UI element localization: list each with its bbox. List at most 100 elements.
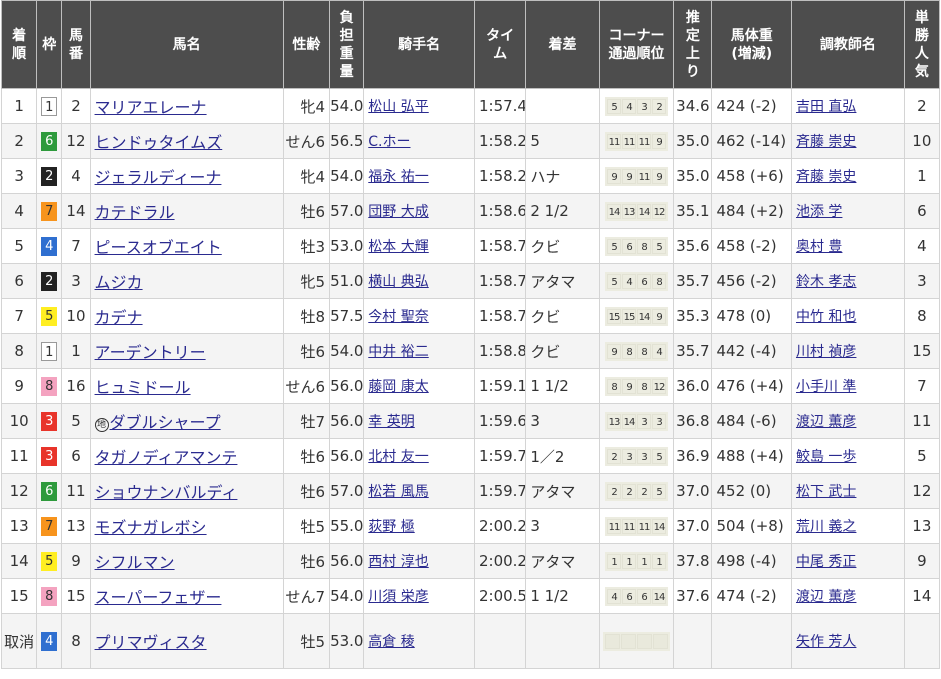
trainer-name-link[interactable]: 渡辺 薫彦 xyxy=(796,414,856,430)
header-umaban: 馬番 xyxy=(61,0,91,89)
jockey-name-link[interactable]: 川須 栄彦 xyxy=(368,589,428,605)
horse-name-link[interactable]: カテドラル xyxy=(95,203,175,222)
header-weight-line: 担 xyxy=(339,27,354,44)
waku-badge: 7 xyxy=(41,201,58,221)
jockey-name-link[interactable]: 西村 淳也 xyxy=(368,554,428,570)
rank-cell: 12 xyxy=(0,473,38,509)
jockey-name-link[interactable]: 藤岡 康太 xyxy=(368,379,428,395)
jockey-cell: 団野 大成 xyxy=(363,193,475,229)
horse-name-link[interactable]: カデナ xyxy=(95,308,143,327)
corner-position: 15 xyxy=(622,308,637,324)
corner-position: 4 xyxy=(607,588,622,604)
bodyweight-cell: 504 (+8) xyxy=(711,508,792,544)
horse-cell: カテドラル xyxy=(89,193,284,229)
waku-badge: 7 xyxy=(41,516,58,536)
horse-name-link[interactable]: アーデントリー xyxy=(95,343,206,362)
horse-cell: ヒンドゥタイムズ xyxy=(89,123,284,159)
horse-name-link[interactable]: タガノディアマンテ xyxy=(95,448,238,467)
table-row: 10 3 5 地ダブルシャープ 牡7 56.0 幸 英明 1:59.6 3 13 14 3 3 36.8 4… xyxy=(0,403,941,439)
trainer-name-link[interactable]: 池添 学 xyxy=(796,204,842,220)
jockey-name-link[interactable]: 団野 大成 xyxy=(368,204,428,220)
corner-position: 8 xyxy=(652,273,667,289)
header-last3f-line: り xyxy=(685,63,700,80)
corner-cell: 2225 xyxy=(598,473,675,509)
trainer-name-link[interactable]: 小手川 準 xyxy=(796,379,856,395)
corner-position: 12 xyxy=(652,378,667,394)
time-cell: 1:58.6 xyxy=(473,193,527,229)
trainer-name-link[interactable]: 斉藤 崇史 xyxy=(796,134,856,150)
corner-cell: 5685 xyxy=(598,228,675,264)
trainer-name-link[interactable]: 鈴木 孝志 xyxy=(796,274,856,290)
horse-name-link[interactable]: マリアエレーナ xyxy=(95,98,207,117)
horse-name-link[interactable]: プリマヴィスタ xyxy=(95,633,207,652)
bodyweight-cell: 484 (-6) xyxy=(711,403,792,439)
horse-name-link[interactable]: ジェラルディーナ xyxy=(95,168,222,187)
sexage-cell: せん6 xyxy=(282,368,331,404)
popularity-cell: 12 xyxy=(903,473,941,509)
jockey-cell: C.ホー xyxy=(363,123,475,159)
header-popularity: 単勝人気 xyxy=(903,0,941,89)
jockey-name-link[interactable]: 松本 大輝 xyxy=(368,239,428,255)
trainer-name-link[interactable]: 中竹 和也 xyxy=(796,309,856,325)
table-row: 6 2 3 ムジカ 牝5 51.0 横山 典弘 1:58.7 アタマ 5 4 6 8 35.7 456 (-… xyxy=(0,263,941,299)
trainer-name-link[interactable]: 松下 武士 xyxy=(796,484,856,500)
header-last3f-line: 上 xyxy=(685,45,700,62)
umaban-cell: 4 xyxy=(61,158,91,194)
horse-name-link[interactable]: ヒュミドール xyxy=(95,378,191,397)
waku-badge: 1 xyxy=(41,96,58,116)
horse-name-link[interactable]: ショウナンバルディ xyxy=(95,483,238,502)
umaban-cell: 5 xyxy=(61,403,91,439)
rank-cell: 13 xyxy=(0,508,38,544)
umaban-cell: 11 xyxy=(61,473,91,509)
last3f-cell: 35.7 xyxy=(673,333,713,369)
jockey-name-link[interactable]: 高倉 稜 xyxy=(368,634,414,650)
trainer-name-link[interactable]: 斉藤 崇史 xyxy=(796,169,856,185)
jockey-name-link[interactable]: 今村 聖奈 xyxy=(368,309,428,325)
time-cell: 2:00.5 xyxy=(473,578,527,614)
jockey-name-link[interactable]: 幸 英明 xyxy=(368,414,414,430)
trainer-name-link[interactable]: 荒川 義之 xyxy=(796,519,856,535)
time-cell: 1:58.8 xyxy=(473,333,527,369)
jockey-name-link[interactable]: 荻野 極 xyxy=(368,519,414,535)
horse-cell: マリアエレーナ xyxy=(89,88,284,124)
horse-name-link[interactable]: スーパーフェザー xyxy=(95,588,222,607)
rank-cell: 4 xyxy=(0,193,38,229)
popularity-cell: 5 xyxy=(903,438,941,474)
horse-name-link[interactable]: ダブルシャープ xyxy=(110,413,221,432)
horse-name-link[interactable]: シフルマン xyxy=(95,553,175,572)
margin-cell: クビ xyxy=(525,298,600,334)
trainer-name-link[interactable]: 鮫島 一歩 xyxy=(796,449,856,465)
jockey-name-link[interactable]: 北村 友一 xyxy=(368,449,428,465)
rank-cell: 2 xyxy=(0,123,38,159)
table-row: 15 8 15 スーパーフェザー せん7 54.0 川須 栄彦 2:00.5 1 1/2 4 6 6 1… xyxy=(0,578,941,614)
horse-name-link[interactable]: モズナガレボシ xyxy=(95,518,207,537)
sexage-cell: 牡5 xyxy=(282,508,331,544)
sexage-cell: 牡6 xyxy=(282,333,331,369)
jockey-name-link[interactable]: 福永 祐一 xyxy=(368,169,428,185)
corner-position: 14 xyxy=(622,413,637,429)
horse-name-link[interactable]: ピースオブエイト xyxy=(95,238,222,257)
trainer-name-link[interactable]: 中尾 秀正 xyxy=(796,554,856,570)
header-corner-line: コーナー xyxy=(608,27,665,44)
header-popularity-line: 単 xyxy=(914,9,929,26)
trainer-name-link[interactable]: 吉田 直弘 xyxy=(796,99,856,115)
jockey-name-link[interactable]: 松若 風馬 xyxy=(368,484,428,500)
horse-name-link[interactable]: ヒンドゥタイムズ xyxy=(95,133,223,152)
corner-positions: 8 9 8 12 xyxy=(605,376,669,396)
last3f-cell: 35.0 xyxy=(673,123,713,159)
time-cell xyxy=(473,613,527,669)
waku-badge: 8 xyxy=(41,376,58,396)
horse-name-link[interactable]: ムジカ xyxy=(95,273,143,292)
corner-position: 1 xyxy=(637,553,652,569)
jockey-name-link[interactable]: C.ホー xyxy=(368,134,410,150)
trainer-name-link[interactable]: 川村 禎彦 xyxy=(796,344,856,360)
trainer-name-link[interactable]: 奥村 豊 xyxy=(796,239,842,255)
jockey-name-link[interactable]: 中井 裕二 xyxy=(368,344,428,360)
jockey-name-link[interactable]: 松山 弘平 xyxy=(368,99,428,115)
last3f-cell: 35.3 xyxy=(673,298,713,334)
sexage-cell: 牡6 xyxy=(282,543,331,579)
trainer-name-link[interactable]: 渡辺 薫彦 xyxy=(796,589,856,605)
table-row: 14 5 9 シフルマン 牡6 56.0 西村 淳也 2:00.2 アタマ 1 1 1 1 37.8 498… xyxy=(0,543,941,579)
jockey-name-link[interactable]: 横山 典弘 xyxy=(368,274,428,290)
trainer-name-link[interactable]: 矢作 芳人 xyxy=(796,634,856,650)
